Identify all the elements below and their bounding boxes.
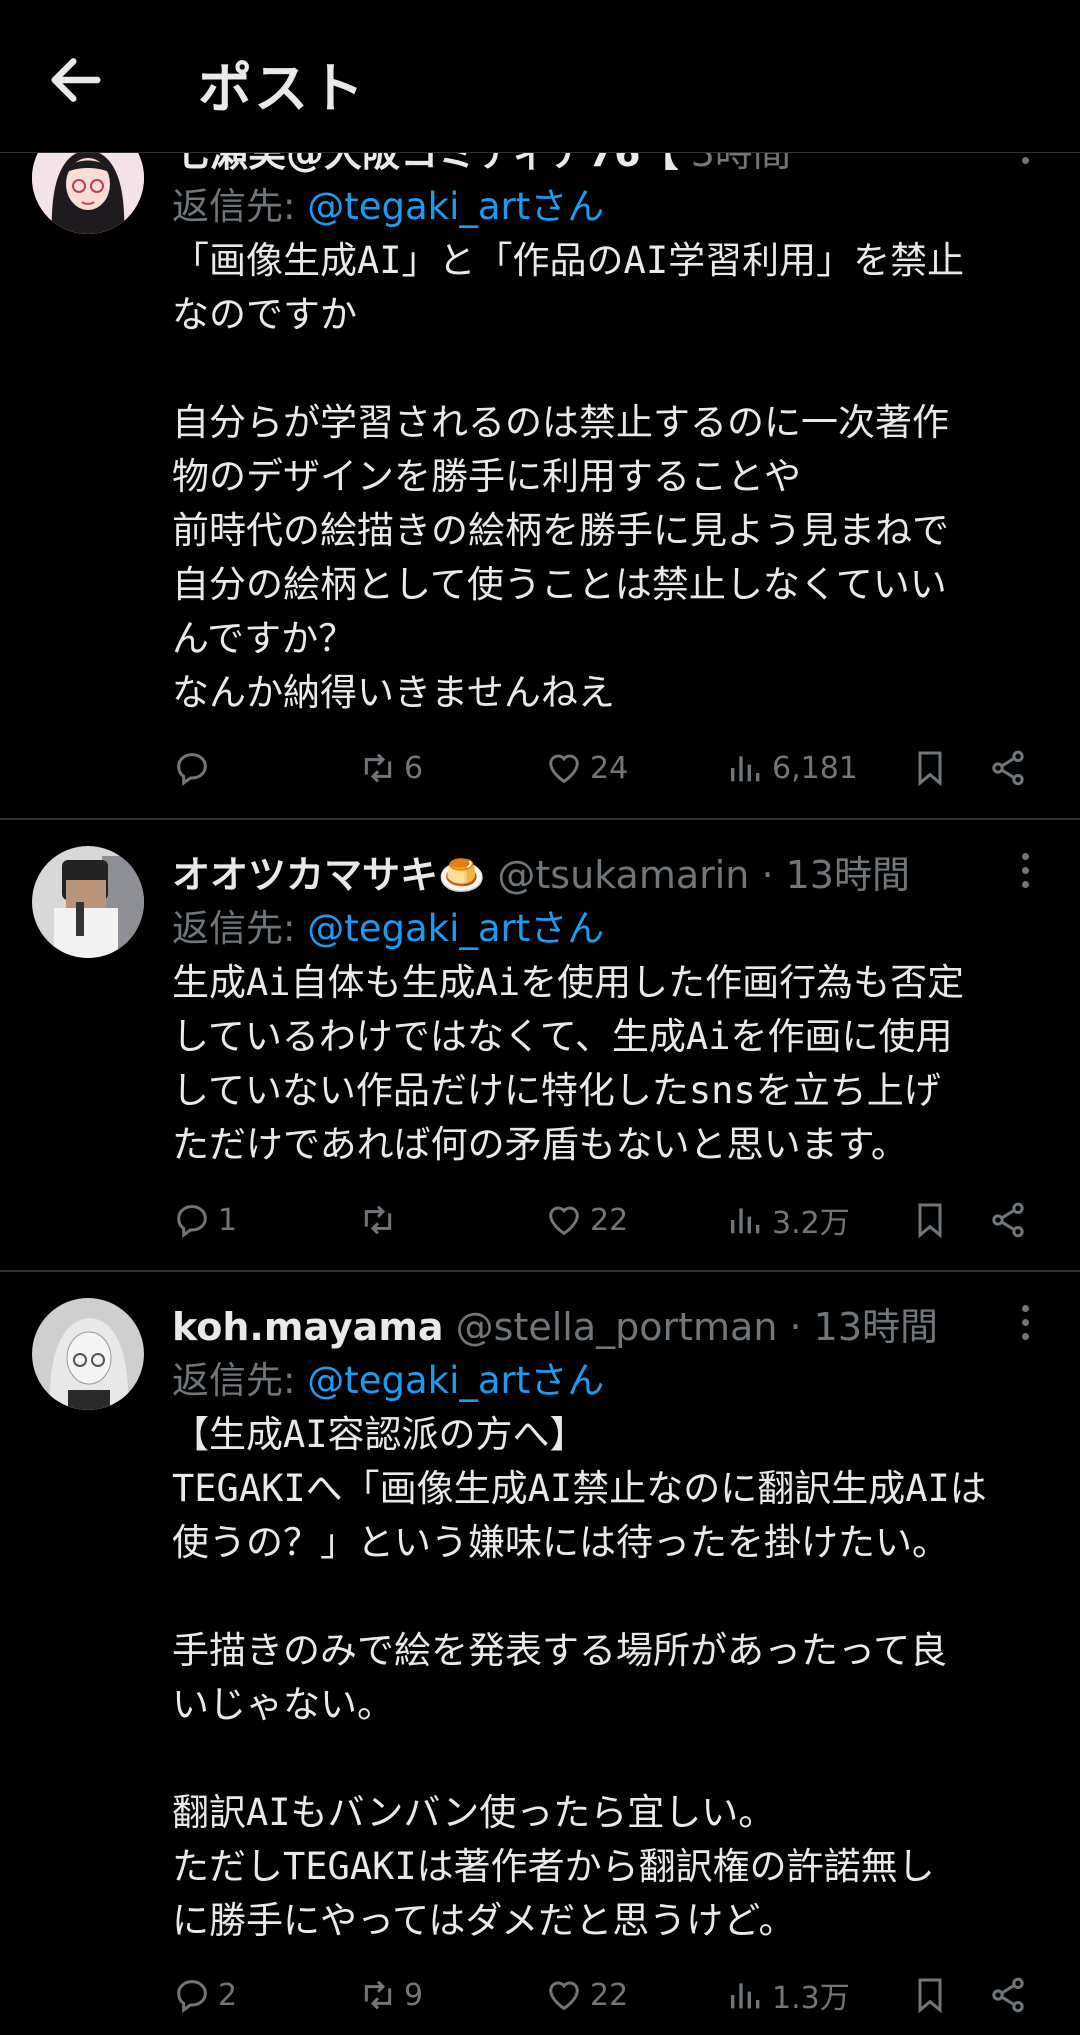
display-name[interactable]: koh.mayama [172,1305,444,1349]
views-icon [731,756,760,782]
heart-icon [549,754,579,784]
avatar[interactable] [32,1298,144,1410]
bookmark-icon [918,751,942,787]
reply-icon [177,1980,207,2013]
reply-to-link[interactable]: @tegaki_artさん [307,907,604,950]
share-icon [992,1977,1024,2013]
reply-button[interactable] [172,738,218,798]
post-text: 生成Ai自体も生成Aiを使用した作画行為も否定 しているわけではなくて、生成Ai… [172,961,965,1166]
repost-icon [364,1980,392,2010]
heart-icon [549,1981,579,2011]
like-button[interactable]: 22 [544,1965,628,2025]
reply-button[interactable]: 2 [172,1965,237,2025]
repost-icon [364,753,392,783]
post-header: koh.mayama @stella_portman · 13時間 [172,1296,938,1351]
reply-icon [177,1205,207,1238]
post-actions: 1 22 3.2万 [0,1190,1080,1250]
reply-count: 2 [218,1977,238,2013]
like-button[interactable]: 22 [544,1190,628,1250]
bookmark-button[interactable] [910,738,950,798]
bookmark-button[interactable] [910,1965,950,2025]
reply-icon [177,753,207,786]
view-count: 1.3万 [772,1981,850,2016]
view-count: 3.2万 [772,1206,850,1241]
avatar[interactable] [32,846,144,958]
views-button[interactable]: 3.2万 [726,1190,850,1250]
handle-time: @stella_portman · 13時間 [443,1305,939,1349]
share-icon [992,1202,1024,1238]
handle-time: @tsukamarin · 13時間 [485,853,910,897]
more-options-button[interactable] [1010,1298,1040,1358]
share-button[interactable] [988,1190,1028,1250]
reply-prefix: 返信先: [172,1359,308,1402]
more-options-button[interactable] [1010,846,1040,906]
display-name[interactable]: オオツカマサキ🍮 [172,853,485,897]
views-button[interactable]: 1.3万 [726,1965,850,2025]
reply-prefix: 返信先: [172,185,308,228]
bookmark-icon [918,1203,942,1239]
like-count: 24 [590,750,629,786]
repost-count: 9 [404,1977,424,2013]
reply-context: 返信先: @tegaki_artさん [172,176,604,230]
page-title: ポスト [198,57,366,120]
repost-button[interactable] [358,1190,404,1250]
top-app-bar: ポスト [0,0,1080,153]
post-text: 「画像生成AI」と「作品のAI学習利用」を禁止 なのですか 自分らが学習されるの… [172,239,965,714]
bookmark-icon [918,1978,942,2014]
share-button[interactable] [988,738,1028,798]
share-icon [992,750,1024,786]
like-count: 22 [590,1202,629,1238]
reply-to-link[interactable]: @tegaki_artさん [307,1359,604,1402]
post-actions: 2 9 22 1.3万 [0,1965,1080,2025]
repost-button[interactable]: 6 [358,738,423,798]
heart-icon [549,1206,579,1236]
bookmark-button[interactable] [910,1190,950,1250]
views-icon [731,1983,760,2009]
post-actions: 6 24 6,181 [0,738,1080,798]
arrow-left-icon [51,58,101,102]
views-button[interactable]: 6,181 [726,738,858,798]
back-button[interactable] [44,48,108,112]
like-count: 22 [590,1977,629,2013]
post-2[interactable]: オオツカマサキ🍮 @tsukamarin · 13時間 返信先: @tegaki… [0,820,1080,1270]
repost-icon [364,1205,392,1235]
views-icon [731,1208,760,1234]
post-text: 【生成AI容認派の方へ】 TEGAKIへ「画像生成AI禁止なのに翻訳生成AIは … [172,1413,987,1942]
reply-count: 1 [218,1202,238,1238]
post-header: オオツカマサキ🍮 @tsukamarin · 13時間 [172,844,910,899]
reply-to-link[interactable]: @tegaki_artさん [307,185,604,228]
share-button[interactable] [988,1965,1028,2025]
reply-context: 返信先: @tegaki_artさん [172,1350,604,1404]
reply-button[interactable]: 1 [172,1190,237,1250]
repost-button[interactable]: 9 [358,1965,423,2025]
post-3[interactable]: koh.mayama @stella_portman · 13時間 返信先: @… [0,1272,1080,2035]
like-button[interactable]: 24 [544,738,628,798]
repost-count: 6 [404,750,424,786]
view-count: 6,181 [772,750,858,786]
timeline: 七瀬実@大阪コミティア76【 3時間 返信先: @tegaki_artさん 「画… [0,0,1080,2035]
reply-context: 返信先: @tegaki_artさん [172,898,604,952]
reply-prefix: 返信先: [172,907,308,950]
